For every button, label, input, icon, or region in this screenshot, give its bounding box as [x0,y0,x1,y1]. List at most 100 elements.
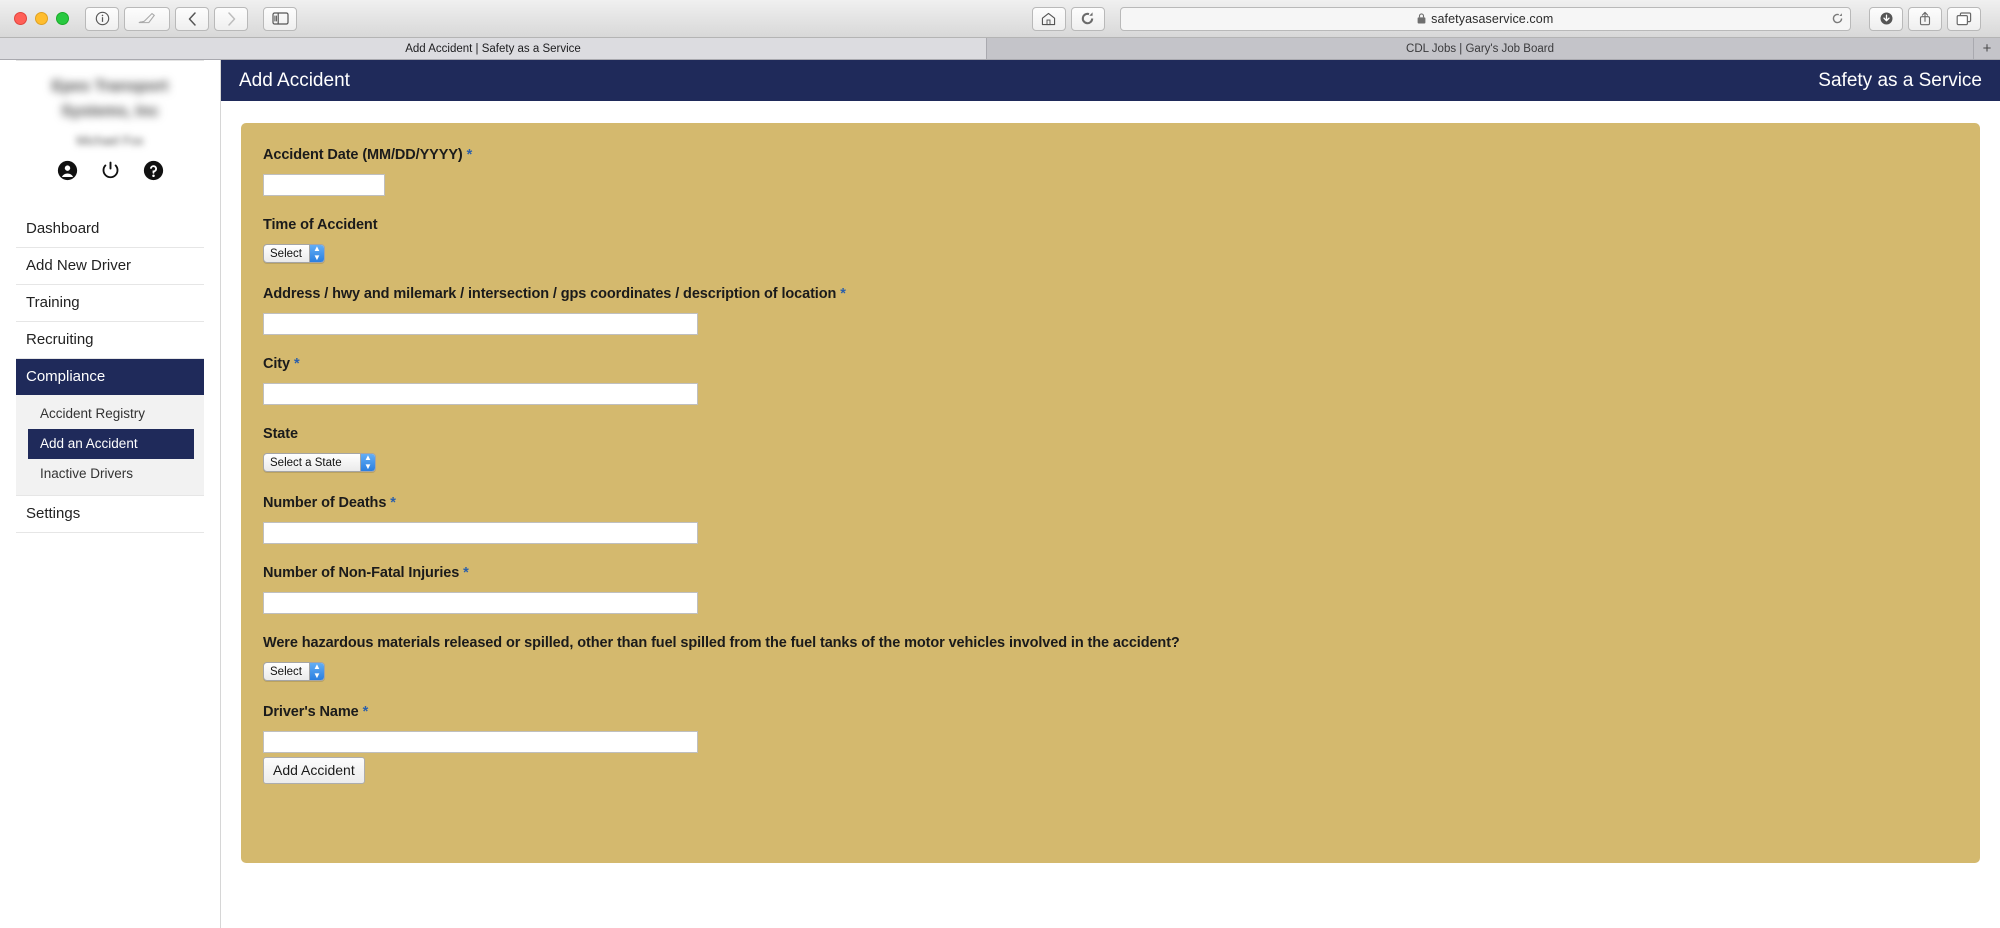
toolbar-right-group [1869,6,1986,31]
account-circle-icon[interactable] [57,160,78,181]
label-text: Accident Date (MM/DD/YYYY) [263,147,463,163]
label-text: Address / hwy and milemark / intersectio… [263,286,837,302]
sidebar-subitem-accident-registry[interactable]: Accident Registry [16,399,204,429]
window-controls [14,12,69,25]
info-icon[interactable] [85,6,119,31]
required-asterisk: * [840,286,846,302]
label-city: City * [263,356,1958,372]
address-bar[interactable]: safetyasaservice.com [1119,6,1851,31]
sidebar-subnav-compliance: Accident Registry Add an Accident Inacti… [16,394,204,497]
add-accident-submit-button[interactable]: Add Accident [263,757,365,784]
company-name: Epes Transport Systems, Inc [16,75,204,125]
browser-window: safetyasaservice.com Add Accident | Safe… [0,0,2000,928]
back-chevron-icon[interactable] [175,6,209,31]
tab-label: Add Accident | Safety as a Service [405,42,581,55]
field-driver-name: Driver's Name * [263,704,1958,753]
tab-bar: Add Accident | Safety as a Service CDL J… [0,38,2000,60]
sidebar-nav: Dashboard Add New Driver Training Recrui… [16,211,204,534]
label-text: Number of Non-Fatal Injuries [263,565,460,581]
browser-toolbar: safetyasaservice.com [0,0,2000,38]
number-of-injuries-input[interactable] [263,592,698,614]
accident-date-input[interactable] [263,174,385,196]
required-asterisk: * [362,704,369,720]
main-content: Add Accident Safety as a Service Acciden… [221,60,2000,928]
chevron-updown-icon: ▲ ▼ [308,245,324,262]
label-location: Address / hwy and milemark / intersectio… [263,286,1958,302]
required-asterisk: * [463,565,469,581]
number-of-deaths-input[interactable] [263,522,698,544]
sidebar-toggle-icon[interactable] [263,6,297,31]
label-number-of-injuries: Number of Non-Fatal Injuries * [263,565,1958,581]
select-value: Select [270,665,302,678]
field-city: City * [263,356,1958,405]
help-circle-icon[interactable] [143,160,164,181]
url-text-group: safetyasaservice.com [1417,12,1553,26]
field-accident-date: Accident Date (MM/DD/YYYY) * [263,147,1958,196]
tab-overview-icon[interactable] [1947,6,1981,31]
sidebar-item-training[interactable]: Training [16,285,204,322]
city-input[interactable] [263,383,698,405]
browser-tab-cdl-jobs[interactable]: CDL Jobs | Gary's Job Board [987,38,1974,59]
content-wrapper: Accident Date (MM/DD/YYYY) * Time of Acc… [221,101,2000,928]
field-number-of-deaths: Number of Deaths * [263,495,1958,544]
close-window-button[interactable] [14,12,27,25]
maximize-window-button[interactable] [56,12,69,25]
page-title: Add Accident [239,69,350,91]
sidebar-subitem-add-an-accident[interactable]: Add an Accident [28,428,194,459]
label-text: Time of Accident [263,217,378,233]
app-sidebar: Epes Transport Systems, Inc Michael Fox [0,60,221,928]
field-location: Address / hwy and milemark / intersectio… [263,286,1958,335]
toolbar-left-group [85,6,302,31]
power-icon[interactable] [100,160,121,181]
label-hazmat-question: Were hazardous materials released or spi… [263,635,1958,651]
home-icon[interactable] [1031,6,1066,31]
sidebar-item-recruiting[interactable]: Recruiting [16,322,204,359]
toolbar-center-group [1031,6,1110,31]
page-body: Epes Transport Systems, Inc Michael Fox [0,60,2000,928]
share-icon[interactable] [1908,6,1942,31]
sidebar-item-add-new-driver[interactable]: Add New Driver [16,248,204,285]
time-of-accident-select[interactable]: Select ▲ ▼ [263,244,325,263]
label-state: State [263,426,1958,442]
label-text: State [263,426,298,442]
sidebar-subitem-inactive-drivers[interactable]: Inactive Drivers [16,459,204,489]
label-text: Were hazardous materials released or spi… [263,635,1180,651]
tab-label: CDL Jobs | Gary's Job Board [1406,42,1554,55]
minimize-window-button[interactable] [35,12,48,25]
signed-in-user-name: Michael Fox [76,133,144,148]
add-accident-form-card: Accident Date (MM/DD/YYYY) * Time of Acc… [241,123,1980,863]
label-time-of-accident: Time of Accident [263,217,1958,233]
company-name-line2: Systems, Inc [61,102,159,120]
chevron-updown-icon: ▲ ▼ [308,663,324,680]
sidebar-item-compliance[interactable]: Compliance [16,358,204,395]
new-tab-button[interactable]: + [1974,38,2000,59]
field-time-of-accident: Time of Accident Select ▲ ▼ [263,217,1958,284]
field-hazmat: Were hazardous materials released or spi… [263,635,1958,702]
url-hostname: safetyasaservice.com [1431,11,1554,26]
required-asterisk: * [466,147,473,163]
page-header: Add Accident Safety as a Service [221,60,2000,101]
address-reload-icon[interactable] [1831,12,1844,25]
sidebar-item-settings[interactable]: Settings [16,496,204,534]
reload-icon[interactable] [1070,6,1105,31]
select-value: Select a State [270,456,342,469]
field-state: State Select a State ▲ ▼ [263,426,1958,493]
label-text: City [263,356,290,372]
state-select[interactable]: Select a State ▲ ▼ [263,453,376,472]
brand-icon-row [16,160,204,181]
sidebar-item-dashboard[interactable]: Dashboard [16,211,204,248]
hazmat-select[interactable]: Select ▲ ▼ [263,662,325,681]
field-number-of-injuries: Number of Non-Fatal Injuries * [263,565,1958,614]
location-input[interactable] [263,313,698,335]
annotate-icon[interactable] [124,6,170,31]
label-text: Driver's Name [263,704,359,720]
forward-chevron-icon[interactable] [214,6,248,31]
driver-name-input[interactable] [263,731,698,753]
download-icon[interactable] [1869,6,1903,31]
label-driver-name: Driver's Name * [263,704,1958,720]
select-value: Select [270,247,302,260]
brand-block: Epes Transport Systems, Inc Michael Fox [16,60,204,193]
browser-tab-add-accident[interactable]: Add Accident | Safety as a Service [0,38,987,59]
required-asterisk: * [293,356,300,372]
label-accident-date: Accident Date (MM/DD/YYYY) * [263,147,1958,163]
